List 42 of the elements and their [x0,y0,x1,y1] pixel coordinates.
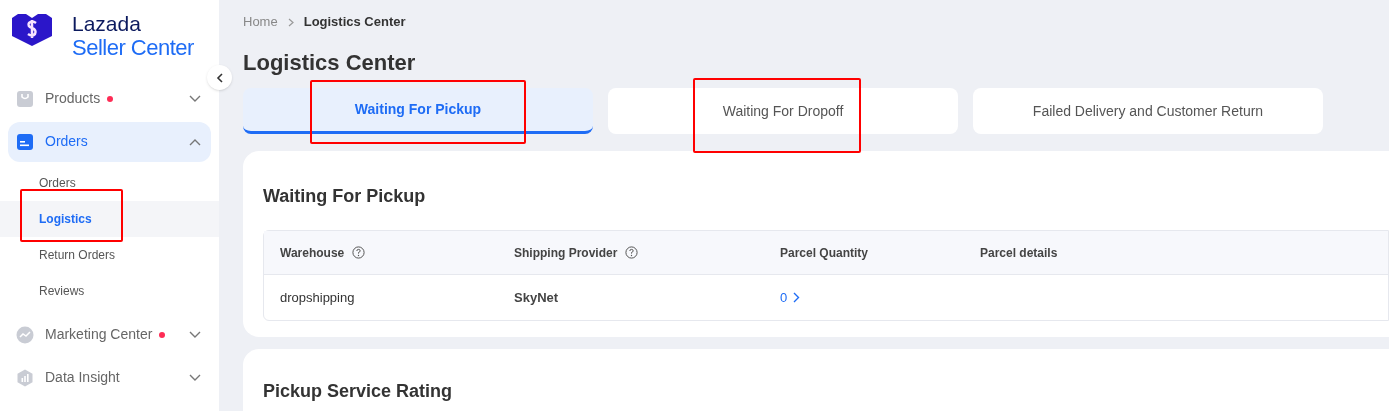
document-icon [16,132,34,151]
chevron-right-icon [793,292,801,303]
tab[interactable]: Waiting For Dropoff [608,88,958,134]
chevron-right-icon [287,17,294,27]
column-header: Shipping Provider [514,244,618,262]
chevron-down-icon [189,94,201,103]
breadcrumb-current: Logistics Center [303,13,406,32]
table-cell-text: dropshipping [280,288,355,307]
column-header: Parcel Quantity [780,244,869,262]
bag-icon [16,89,34,108]
nav-item[interactable]: Marketing Center [8,314,211,355]
submenu-item[interactable]: Return Orders [0,237,219,273]
trend-icon [16,325,34,344]
column-header: Parcel details [980,244,1058,262]
column-header: Warehouse [280,244,345,262]
logo-icon [12,12,52,46]
submenu-item[interactable]: Logistics [0,201,219,237]
nav-item[interactable]: Data Insight [8,357,211,398]
nav-item[interactable]: Products [8,78,211,119]
brand-name: Lazada [72,12,142,36]
breadcrumb-link[interactable]: Home [243,12,278,32]
tab[interactable]: Failed Delivery and Customer Return [973,88,1323,134]
nav-label: Data Insight [45,368,120,387]
quantity-link[interactable]: 0 [780,287,801,308]
submenu-item[interactable]: Orders [0,165,219,201]
chevron-down-icon [189,330,201,339]
submenu-item[interactable]: Reviews [0,273,219,309]
chevron-up-icon [189,137,201,146]
bar-chart-icon [16,368,34,387]
page-title: Logistics Center [243,49,417,77]
chevron-down-icon [189,373,201,382]
nav-label: Orders [45,132,88,151]
brand-subtitle: Seller Center [72,36,194,60]
section-title: Waiting For Pickup [263,185,427,208]
nav-item[interactable]: Orders [8,121,211,162]
nav-label: Products [45,89,101,108]
table-cell-text: SkyNet [514,288,559,307]
tab[interactable]: Waiting For Pickup [243,88,593,134]
chevron-left-icon [215,72,224,83]
nav-label: Marketing Center [45,325,153,344]
collapse-button[interactable] [207,65,232,90]
section-title: Pickup Service Rating [263,380,454,403]
